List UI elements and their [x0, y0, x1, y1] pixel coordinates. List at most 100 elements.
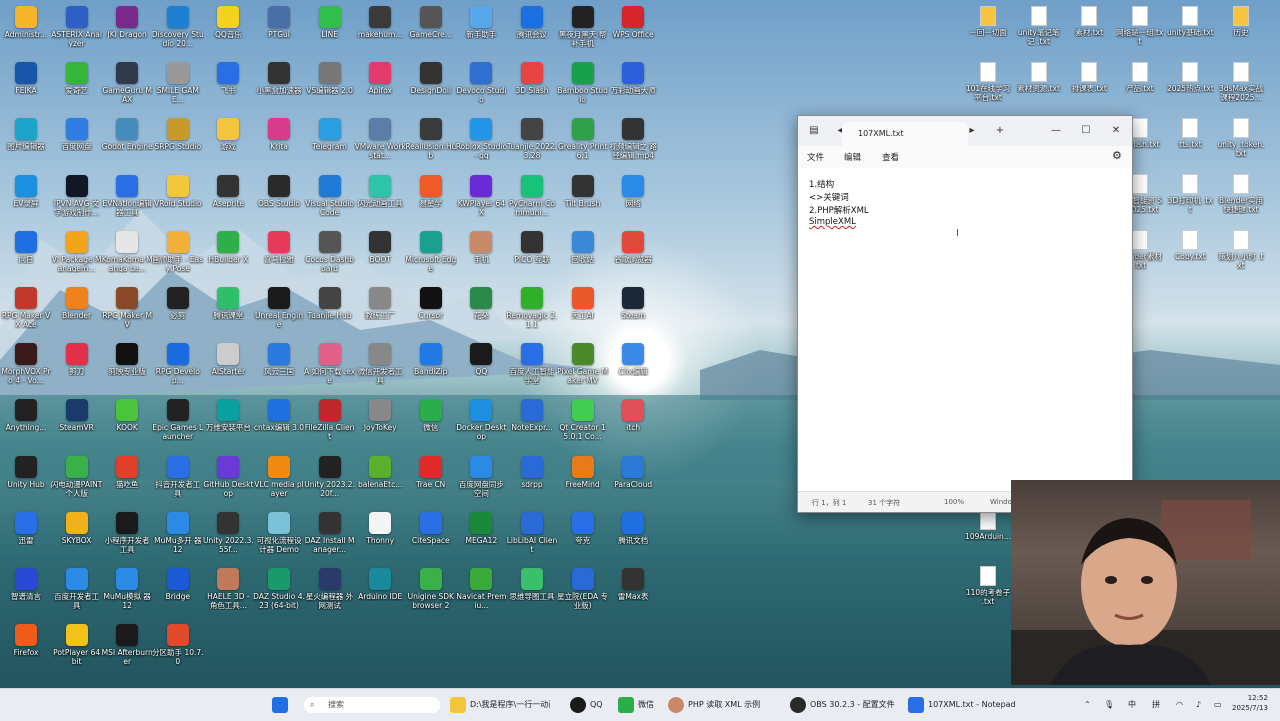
- desktop-icon[interactable]: Tuanjie Hub: [304, 283, 356, 339]
- desktop-icon[interactable]: Thonny: [354, 508, 406, 564]
- desktop-icon[interactable]: EV录屏: [0, 171, 52, 227]
- desktop-icon[interactable]: MorphVOX Pro 4 - Vo...: [0, 339, 52, 395]
- desktop-icon[interactable]: GitHub Desktop: [202, 452, 254, 508]
- tray-chevron-icon[interactable]: ⌃: [1084, 697, 1091, 713]
- desktop-icon[interactable]: Microsoft Edge: [405, 227, 457, 283]
- desktop-icon[interactable]: Removagic 2.1.1: [506, 283, 558, 339]
- desktop-icon[interactable]: Visual Studio Code: [304, 171, 356, 227]
- desktop-icon[interactable]: 百度人工智能 学堂: [506, 339, 558, 395]
- close-icon[interactable]: ✕: [1108, 123, 1124, 139]
- desktop-file-icon[interactable]: 网络是一组.txt: [1116, 4, 1164, 50]
- desktop-icon[interactable]: Reallusion Hub: [405, 114, 457, 170]
- desktop-icon[interactable]: 风云三国: [253, 339, 305, 395]
- desktop-file-icon[interactable]: 3D打印机 .txt: [1166, 172, 1214, 218]
- desktop-icon[interactable]: EVNation编辑 器工具: [101, 171, 153, 227]
- desktop-icon[interactable]: 百度开发者工 具: [51, 564, 103, 620]
- desktop-icon[interactable]: 夸克: [557, 508, 609, 564]
- desktop-icon[interactable]: 微信开发者工 具: [354, 339, 406, 395]
- desktop-icon[interactable]: DAZ Install Manager...: [304, 508, 356, 564]
- notepad-editor[interactable]: 1.结构 <>关键词 2.PHP解析XML SimpleXML I: [798, 168, 1132, 492]
- desktop-icon[interactable]: Cursor: [405, 283, 457, 339]
- desktop-icon[interactable]: 万维安装平台: [202, 395, 254, 451]
- desktop-icon[interactable]: MuMu多开 器12: [152, 508, 204, 564]
- desktop-file-icon[interactable]: 109Arduin...: [964, 508, 1012, 554]
- taskbar-item-obs[interactable]: OBS 30.2.3 - 配置文件: [810, 697, 902, 713]
- desktop-icon[interactable]: Cocos Dashboard: [304, 227, 356, 283]
- desktop-icon[interactable]: Tuanjie 2022.3.28: [506, 114, 558, 170]
- status-eol[interactable]: Windo: [990, 498, 1012, 506]
- desktop-icon[interactable]: 微信: [405, 395, 457, 451]
- desktop-icon[interactable]: 喜马拉雅: [253, 227, 305, 283]
- desktop-icon[interactable]: itch: [607, 395, 659, 451]
- desktop-icon[interactable]: Krita: [253, 114, 305, 170]
- desktop-icon[interactable]: Epic Games Launcher: [152, 395, 204, 451]
- microphone-icon[interactable]: 🎙: [1104, 697, 1114, 713]
- desktop-icon[interactable]: 3D Slash: [506, 58, 558, 114]
- desktop-icon[interactable]: KomaKoma Manga Le...: [101, 227, 153, 283]
- desktop-icon[interactable]: 雷Max表: [607, 564, 659, 620]
- desktop-icon[interactable]: 视频编辑之 路径编辑.mp4: [607, 114, 659, 170]
- ime-chinese-icon[interactable]: 中: [1128, 697, 1136, 713]
- status-zoom[interactable]: 100%: [944, 498, 964, 506]
- minimize-icon[interactable]: —: [1048, 123, 1064, 139]
- desktop-icon[interactable]: 网络: [607, 171, 659, 227]
- desktop-icon[interactable]: ASTERIX Analyzer: [51, 2, 103, 58]
- start-windows-icon[interactable]: [272, 697, 288, 713]
- desktop-icon[interactable]: makehum...: [354, 2, 406, 58]
- desktop-icon[interactable]: Trae CN: [405, 452, 457, 508]
- desktop-icon[interactable]: balenaEtc...: [354, 452, 406, 508]
- desktop-icon[interactable]: GameCre...: [405, 2, 457, 58]
- desktop-icon[interactable]: Godot Engine: [101, 114, 153, 170]
- volume-icon[interactable]: ♪: [1196, 697, 1201, 713]
- desktop-icon[interactable]: JKI Dragon: [101, 2, 153, 58]
- desktop-icon[interactable]: VS编辑器 2.0: [304, 58, 356, 114]
- desktop-icon[interactable]: LibLibAI Client: [506, 508, 558, 564]
- desktop-icon[interactable]: SRPG Studio: [152, 114, 204, 170]
- desktop-icon[interactable]: ParaCloud: [607, 452, 659, 508]
- desktop-icon[interactable]: 星火编程器 外网测试: [304, 564, 356, 620]
- desktop-icon[interactable]: 图片编辑器: [0, 114, 52, 170]
- desktop-icon[interactable]: 剪映专业版: [101, 339, 153, 395]
- desktop-icon[interactable]: 迅雷: [0, 508, 52, 564]
- desktop-icon[interactable]: VMware Workstat...: [354, 114, 406, 170]
- desktop-file-icon[interactable]: 产品.txt: [1116, 60, 1164, 106]
- desktop-icon[interactable]: FileZilla Client: [304, 395, 356, 451]
- desktop-icon[interactable]: SKYBOX: [51, 508, 103, 564]
- desktop-icon[interactable]: Unity Hub: [0, 452, 52, 508]
- desktop-icon[interactable]: NoteExpr...: [506, 395, 558, 451]
- desktop-icon[interactable]: SteamVR: [51, 395, 103, 451]
- desktop-icon[interactable]: Bridge: [152, 564, 204, 620]
- desktop-icon[interactable]: Unreal Engine: [253, 283, 305, 339]
- desktop-icon[interactable]: GameGuru MAX: [101, 58, 153, 114]
- desktop-icon[interactable]: Roblox Studio - qq: [455, 114, 507, 170]
- desktop-icon[interactable]: 爱奇艺: [51, 58, 103, 114]
- desktop-icon[interactable]: Qt Creator 15.0.1 Co...: [557, 395, 609, 451]
- desktop-icon[interactable]: PotPlayer 64 bit: [51, 620, 103, 676]
- desktop-icon[interactable]: MuMu模拟 器12: [101, 564, 153, 620]
- desktop-icon[interactable]: 腾讯课堂: [202, 283, 254, 339]
- desktop-icon[interactable]: 星立院(EDA 专业版): [557, 564, 609, 620]
- desktop-file-icon[interactable]: 策划八小时 .txt: [1217, 228, 1265, 274]
- desktop-icon[interactable]: RPG Develop...: [152, 339, 204, 395]
- desktop-icon[interactable]: PTGui: [253, 2, 305, 58]
- desktop-file-icon[interactable]: unity .token.txt: [1217, 116, 1265, 162]
- desktop-icon[interactable]: 思维导图工具: [506, 564, 558, 620]
- desktop-icon[interactable]: 可视化流程设 计器 Demo: [253, 508, 305, 564]
- battery-icon[interactable]: ▭: [1214, 697, 1222, 713]
- desktop-icon[interactable]: Bamboo Studio: [557, 58, 609, 114]
- clock[interactable]: 12:52 2025/7/13: [1232, 693, 1268, 713]
- desktop-icon[interactable]: Apifox: [354, 58, 406, 114]
- desktop-icon[interactable]: BOOT: [354, 227, 406, 283]
- desktop-file-icon[interactable]: 一回一切面: [964, 4, 1012, 50]
- desktop-file-icon[interactable]: 排课表.txt: [1065, 60, 1113, 106]
- menu-edit[interactable]: 编辑: [844, 151, 861, 163]
- desktop-file-icon[interactable]: Blender实用 快捷键.txt: [1217, 172, 1265, 218]
- desktop-icon[interactable]: Greality Print 6.1: [557, 114, 609, 170]
- desktop-icon[interactable]: DesignDoll: [405, 58, 457, 114]
- taskbar-item-wechat[interactable]: 微信: [638, 697, 654, 713]
- desktop-icon[interactable]: 易星学: [405, 171, 457, 227]
- desktop-icon[interactable]: 猫吃鱼: [101, 452, 153, 508]
- desktop-icon[interactable]: 游戏: [202, 114, 254, 170]
- desktop-icon[interactable]: QQ音乐: [202, 2, 254, 58]
- desktop-icon[interactable]: Firefox: [0, 620, 52, 676]
